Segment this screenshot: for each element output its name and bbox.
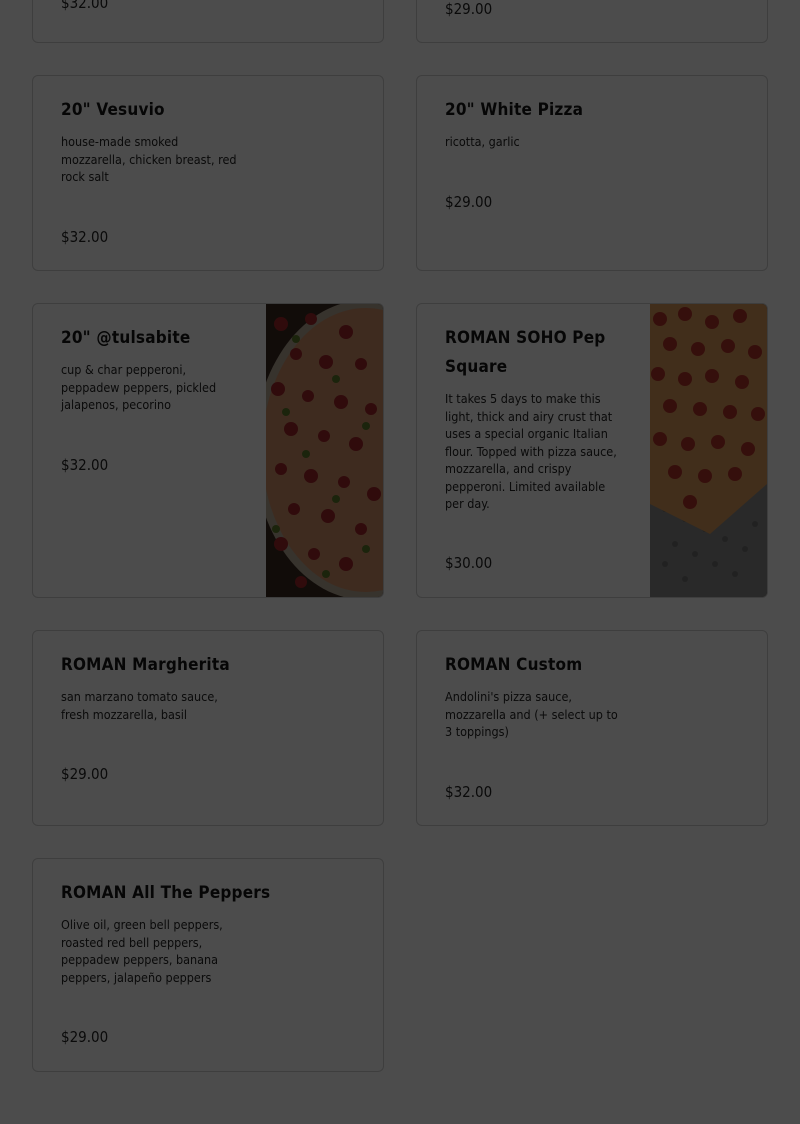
item-description: san marzano tomato sauce, fresh mozzarel… <box>61 689 218 722</box>
item-description: cup & char pepperoni, peppadew peppers, … <box>61 362 217 412</box>
menu-item-card[interactable]: ROMAN Margherita san marzano tomato sauc… <box>32 630 384 826</box>
menu-item-card[interactable]: $29.00 <box>416 0 768 43</box>
pizza-photo <box>650 304 767 597</box>
item-description: ricotta, garlic <box>445 134 520 149</box>
item-name: 20" @tulsabite <box>61 328 191 348</box>
item-name: ROMAN SOHO Pep Square <box>445 328 606 377</box>
item-description: It takes 5 days to make this light, thic… <box>445 391 617 511</box>
item-name: ROMAN Custom <box>445 655 583 675</box>
item-price: $32.00 <box>61 0 109 12</box>
pizza-image <box>650 304 767 597</box>
item-price: $30.00 <box>445 554 493 572</box>
menu-item-card[interactable]: ROMAN SOHO Pep Square It takes 5 days to… <box>416 303 768 598</box>
item-price: $32.00 <box>445 783 493 801</box>
item-price: $29.00 <box>61 1028 109 1046</box>
pizza-photo <box>266 304 383 597</box>
item-price: $32.00 <box>61 228 109 246</box>
menu-item-card[interactable]: $32.00 <box>32 0 384 43</box>
menu-item-card[interactable]: 20" @tulsabite cup & char pepperoni, pep… <box>32 303 384 598</box>
item-price: $32.00 <box>61 456 109 474</box>
menu-item-card[interactable]: 20" White Pizza ricotta, garlic $29.00 <box>416 75 768 271</box>
pizza-image <box>266 304 383 597</box>
item-name: ROMAN All The Peppers <box>61 883 271 903</box>
menu-page: $32.00 $29.00 20" Vesuvio house-made smo… <box>0 0 800 1124</box>
item-description: house-made smoked mozzarella, chicken br… <box>61 134 237 184</box>
menu-item-card[interactable]: ROMAN All The Peppers Olive oil, green b… <box>32 858 384 1072</box>
menu-item-card[interactable]: 20" Vesuvio house-made smoked mozzarella… <box>32 75 384 271</box>
item-name: 20" White Pizza <box>445 100 584 120</box>
item-description: Olive oil, green bell peppers, roasted r… <box>61 917 223 985</box>
item-description: Andolini's pizza sauce, mozzarella and (… <box>445 689 618 739</box>
item-name: ROMAN Margherita <box>61 655 230 675</box>
item-price: $29.00 <box>445 193 493 211</box>
menu-item-card[interactable]: ROMAN Custom Andolini's pizza sauce, moz… <box>416 630 768 826</box>
item-price: $29.00 <box>61 765 109 783</box>
item-price: $29.00 <box>445 0 493 18</box>
item-name: 20" Vesuvio <box>61 100 165 120</box>
